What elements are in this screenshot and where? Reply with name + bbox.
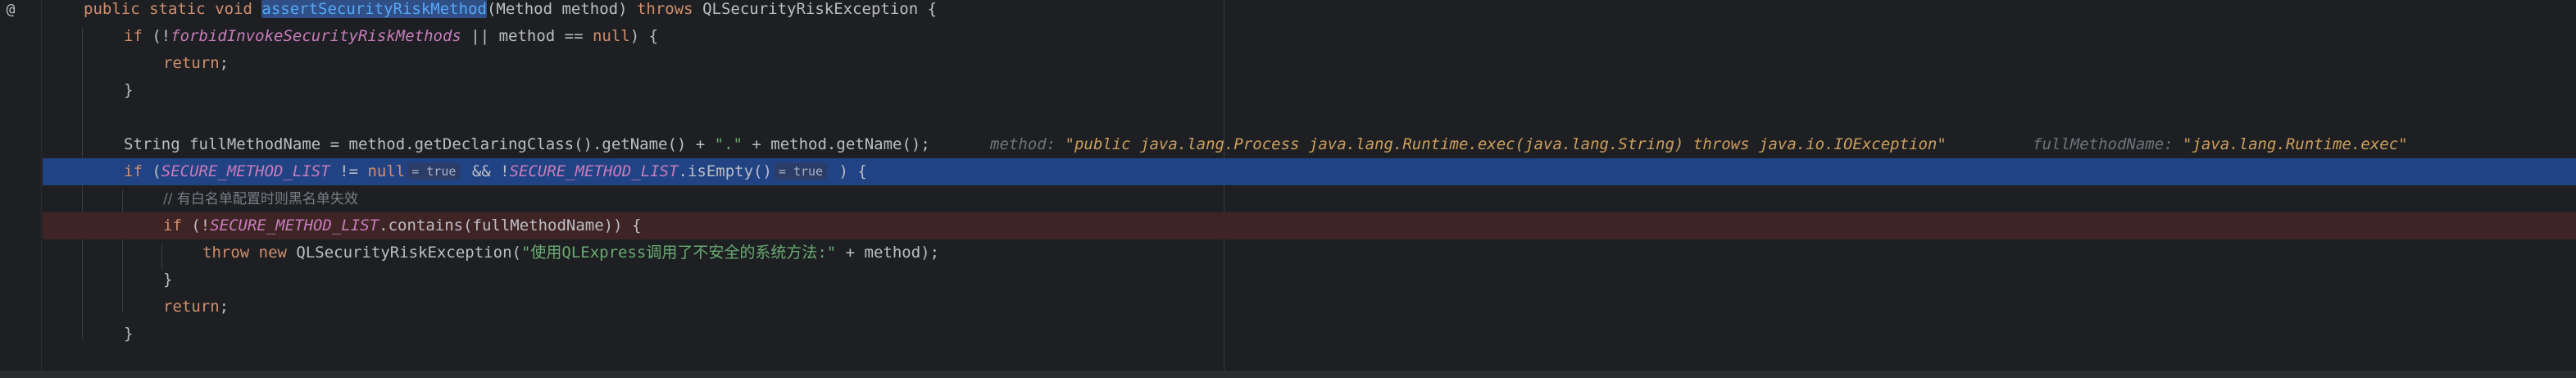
code-token: ( <box>142 162 161 180</box>
debug-var-value: "java.lang.Runtime.exec" <box>2183 135 2408 153</box>
code-comment: // 有白名单配置时则黑名单失效 <box>163 191 358 207</box>
keyword-throw: throw <box>202 244 250 262</box>
code-line-10[interactable]: } <box>43 266 2576 294</box>
method-params: (Method method) <box>486 0 637 18</box>
code-token: ; <box>219 298 229 316</box>
code-token: QLSecurityRiskException( <box>286 244 521 262</box>
closing-brace: } <box>163 271 173 289</box>
static-field: SECURE_METHOD_LIST <box>509 162 679 180</box>
debug-var-value: "public java.lang.Process java.lang.Runt… <box>1065 135 1947 153</box>
code-token: (! <box>181 216 211 235</box>
keyword-void: void <box>215 0 252 18</box>
static-field: forbidInvokeSecurityRiskMethods <box>170 27 461 45</box>
inline-value-hint: = true <box>407 163 461 180</box>
code-token: ) { <box>629 27 659 45</box>
string-literal: "." <box>714 135 743 153</box>
code-token: (! <box>142 27 171 45</box>
closing-brace: } <box>124 325 134 343</box>
closing-brace: } <box>124 81 134 99</box>
code-line-3[interactable]: return; <box>43 50 2576 77</box>
code-token: .isEmpty() <box>678 162 772 180</box>
keyword-new: new <box>249 244 287 262</box>
code-token: && ! <box>462 162 510 180</box>
code-line-12[interactable]: } <box>43 321 2576 348</box>
keyword-return: return <box>163 298 220 316</box>
string-literal: "使用QLExpress调用了不安全的系统方法:" <box>520 244 837 262</box>
debug-var-name: method: <box>990 135 1065 153</box>
code-token: != <box>329 162 368 180</box>
keyword-null: null <box>367 162 406 180</box>
editor-bottom-border <box>0 371 2576 378</box>
inline-debug-value-method[interactable]: method: "public java.lang.Process java.l… <box>990 131 1947 158</box>
code-token: String fullMethodName = method.getDeclar… <box>124 135 715 153</box>
static-field: SECURE_METHOD_LIST <box>210 216 379 235</box>
code-line-1[interactable]: public static void assertSecurityRiskMet… <box>43 0 2576 23</box>
keyword-if: if <box>163 216 182 235</box>
annotation-gutter-icon[interactable]: @ <box>0 0 21 20</box>
static-field: SECURE_METHOD_LIST <box>161 162 330 180</box>
code-line-7[interactable]: // 有白名单配置时则黑名单失效 <box>43 185 2576 212</box>
code-line-11[interactable]: return; <box>43 294 2576 321</box>
code-line-2[interactable]: if (!forbidInvokeSecurityRiskMethods || … <box>43 23 2576 50</box>
keyword-null: null <box>592 27 630 45</box>
inline-value-hint: = true <box>774 163 828 180</box>
exception-type: QLSecurityRiskException { <box>693 0 938 18</box>
debug-var-name: fullMethodName: <box>2033 135 2183 153</box>
keyword-return: return <box>163 54 220 72</box>
keyword-if: if <box>124 27 143 45</box>
keyword-if: if <box>124 162 143 180</box>
code-token: .contains(fullMethodName)) { <box>379 216 642 235</box>
code-token: ) { <box>829 162 867 180</box>
code-editor[interactable]: @ public static void assertSecurityRiskM… <box>0 0 2576 378</box>
inline-debug-value-fullmethodname[interactable]: fullMethodName: "java.lang.Runtime.exec" <box>2033 131 2408 158</box>
code-token: ; <box>219 54 229 72</box>
code-line-4[interactable]: } <box>43 77 2576 104</box>
code-token: || method == <box>461 27 593 45</box>
code-token: + method.getName(); <box>742 135 930 153</box>
code-line-5[interactable]: String fullMethodName = method.getDeclar… <box>43 131 2576 158</box>
method-name-highlight[interactable]: assertSecurityRiskMethod <box>261 0 487 18</box>
gutter-divider <box>41 0 42 378</box>
code-token: + method); <box>836 244 940 262</box>
code-line-8-breakpoint[interactable]: if (!SECURE_METHOD_LIST.contains(fullMet… <box>43 212 2576 239</box>
keyword-public: public <box>84 0 140 18</box>
keyword-throws: throws <box>636 0 693 18</box>
keyword-static: static <box>149 0 206 18</box>
code-line-6-execution-point[interactable]: if (SECURE_METHOD_LIST != null = true && … <box>43 158 2576 185</box>
code-line-9[interactable]: throw new QLSecurityRiskException("使用QLE… <box>43 239 2576 266</box>
